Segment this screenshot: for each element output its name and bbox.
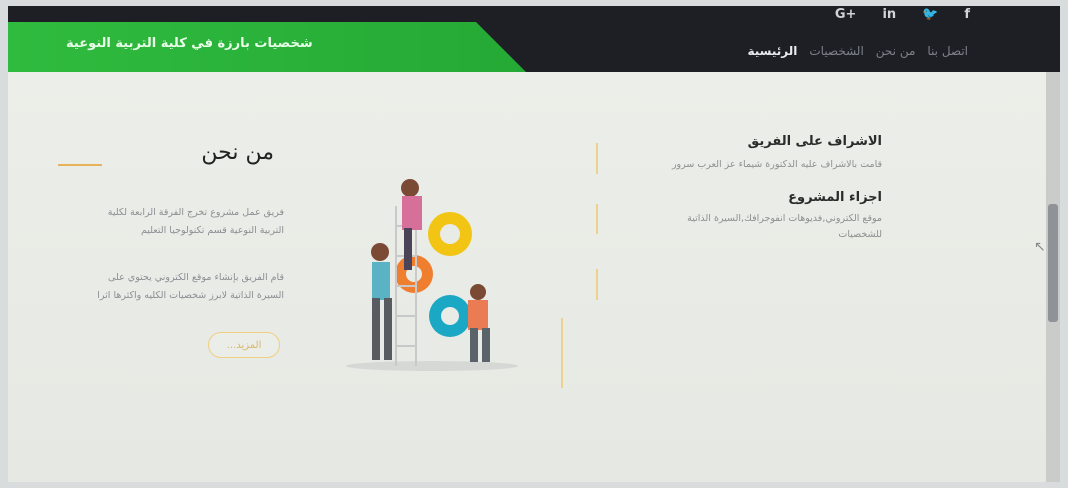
- project-parts-text: موقع الكتروني,فديوهات انفوجرافك,السيرة ا…: [687, 213, 882, 240]
- project-parts-title: اجزاء المشروع: [788, 190, 882, 205]
- site-brand[interactable]: شخصيات بارزة في كلية التربية النوعية: [66, 36, 313, 51]
- team-gears-illustration: [346, 179, 518, 371]
- social-links: G+ in 🐦 f: [835, 6, 970, 22]
- timeline-marker-2: [596, 204, 598, 234]
- nav-home[interactable]: الرئيسية: [747, 44, 797, 58]
- linkedin-icon[interactable]: in: [882, 7, 896, 22]
- more-button[interactable]: المزيد...: [208, 332, 280, 358]
- google-plus-icon[interactable]: G+: [835, 7, 857, 22]
- main-nav: الرئيسية الشخصيات من نحن اتصل بنا: [747, 44, 968, 58]
- timeline-marker-3: [596, 269, 598, 300]
- browser-screen: شخصيات بارزة في كلية التربية النوعية G+ …: [8, 6, 1060, 482]
- mouse-cursor-icon: ↖: [1034, 239, 1046, 255]
- twitter-icon[interactable]: 🐦: [922, 7, 938, 22]
- about-title: من نحن: [201, 140, 274, 165]
- supervision-text: قامت بالاشراف عليه الدكتورة شيماء عز الع…: [671, 159, 882, 170]
- nav-contact[interactable]: اتصل بنا: [927, 44, 968, 58]
- supervision-title: الاشراف على الفريق: [747, 134, 882, 149]
- title-underline: [58, 164, 102, 166]
- nav-about[interactable]: من نحن: [876, 44, 916, 58]
- about-paragraph-1: فريق عمل مشروع تخرج الفرقة الرابعة لكلية…: [107, 207, 284, 236]
- facebook-icon[interactable]: f: [964, 7, 970, 22]
- timeline-marker-1: [596, 143, 598, 174]
- center-divider: [561, 318, 563, 388]
- nav-personalities[interactable]: الشخصيات: [809, 44, 863, 58]
- about-paragraph-2: قام الفريق بإنشاء موقع الكتروني يحتوي عل…: [97, 272, 284, 301]
- scrollbar-thumb[interactable]: [1048, 204, 1058, 322]
